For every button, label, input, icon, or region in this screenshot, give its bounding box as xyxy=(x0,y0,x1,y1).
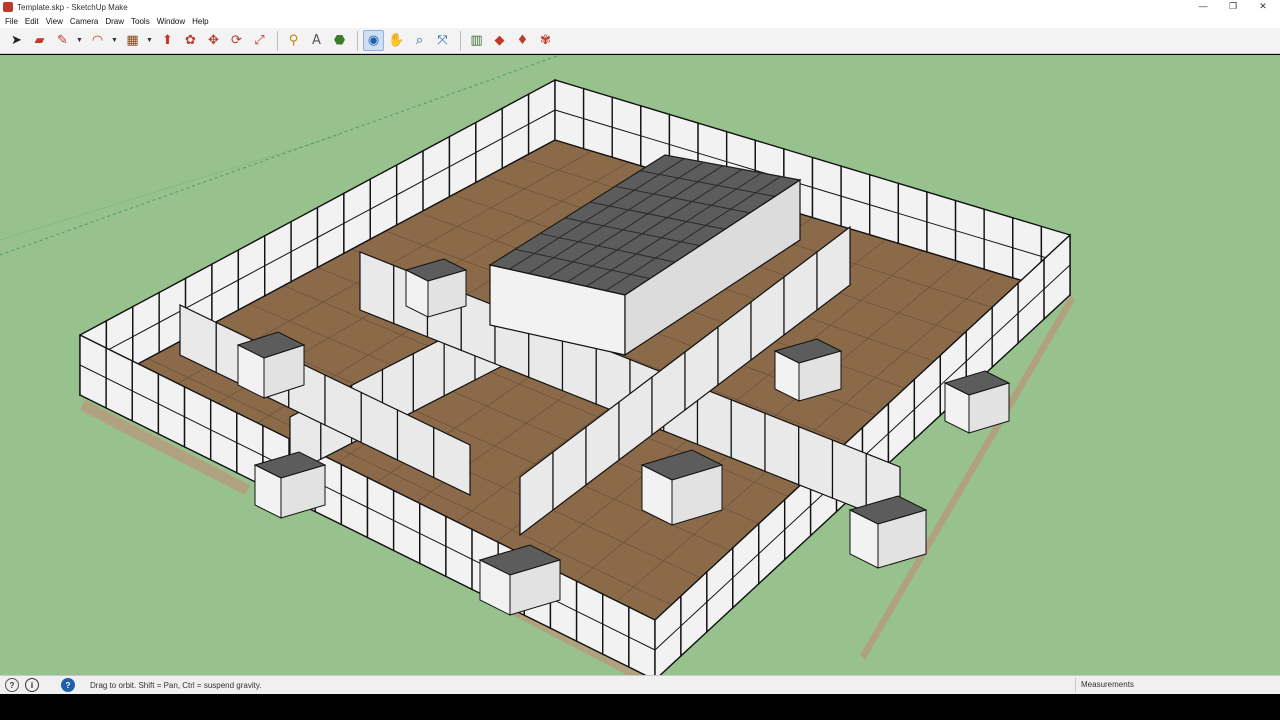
orbit-tool-button[interactable]: ◉ xyxy=(363,30,384,51)
extension-ruby-tool-button[interactable]: ♦ xyxy=(512,30,533,51)
menu-draw[interactable]: Draw xyxy=(103,17,129,26)
window-title: Template.skp - SketchUp Make xyxy=(17,2,128,12)
tape-measure-icon: ⚲ xyxy=(288,33,299,48)
share-model-tool-button[interactable]: ✾ xyxy=(535,30,556,51)
chevron-down-icon[interactable]: ▼ xyxy=(145,30,154,51)
restore-button[interactable]: ❐ xyxy=(1218,0,1248,14)
letterbox-bar xyxy=(0,694,1280,720)
follow-me-icon: ✿ xyxy=(185,33,196,48)
getting-started-toolbar: ➤ ▰ ✎ ▼ ◠ ▼ ▦ ▼ ⬆ ✿ ✥ ⟳ ⤢ ⚲ A ⬣ ◉ ✋ ⌕ ⤧ ▥ ◆ ♦ ✾ xyxy=(0,28,1280,54)
menu-help[interactable]: Help xyxy=(190,17,213,26)
pan-hand-tool-button[interactable]: ✋ xyxy=(386,30,407,51)
zoom-extents-icon: ⤧ xyxy=(437,33,448,48)
text-label-tool-button[interactable]: A xyxy=(306,30,327,51)
rotate-tool-button[interactable]: ⟳ xyxy=(226,30,247,51)
menu-bar: File Edit View Camera Draw Tools Window … xyxy=(0,14,1280,28)
tape-measure-tool-button[interactable]: ⚲ xyxy=(283,30,304,51)
paint-bucket-tool-button[interactable]: ⬣ xyxy=(329,30,350,51)
status-hint-text: Drag to orbit. Shift = Pan, Ctrl = suspe… xyxy=(90,680,262,690)
share-model-icon: ✾ xyxy=(540,33,551,48)
toolbar-separator xyxy=(357,30,358,51)
menu-file[interactable]: File xyxy=(3,17,23,26)
menu-tools[interactable]: Tools xyxy=(129,17,155,26)
menu-view[interactable]: View xyxy=(44,17,68,26)
minimize-button[interactable]: — xyxy=(1188,0,1218,14)
chevron-down-icon[interactable]: ▼ xyxy=(110,30,119,51)
help-icon[interactable]: ? xyxy=(61,678,75,692)
select-arrow-tool-button[interactable]: ➤ xyxy=(6,30,27,51)
title-bar: Template.skp - SketchUp Make — ❐ ✕ xyxy=(0,0,1280,14)
warehouse-tool-button[interactable]: ▥ xyxy=(466,30,487,51)
eraser-icon: ▰ xyxy=(34,33,45,48)
arc-tool-button[interactable]: ◠ xyxy=(87,30,108,51)
pan-hand-icon: ✋ xyxy=(388,33,405,48)
close-button[interactable]: ✕ xyxy=(1248,0,1278,14)
toolbar-separator xyxy=(277,30,278,51)
pencil-line-icon: ✎ xyxy=(57,33,68,48)
measurements-label: Measurements xyxy=(1081,680,1134,689)
paint-bucket-icon: ⬣ xyxy=(333,33,346,48)
move-icon: ✥ xyxy=(208,33,219,48)
arc-icon: ◠ xyxy=(91,33,104,48)
warehouse-icon: ▥ xyxy=(470,33,483,48)
move-tool-button[interactable]: ✥ xyxy=(203,30,224,51)
credits-icon[interactable]: i xyxy=(25,678,39,692)
scale-icon: ⤢ xyxy=(254,33,265,48)
follow-me-tool-button[interactable]: ✿ xyxy=(180,30,201,51)
rotate-icon: ⟳ xyxy=(231,33,242,48)
pencil-line-tool-button[interactable]: ✎ xyxy=(52,30,73,51)
warehouse-building-model xyxy=(0,55,1075,675)
zoom-tool-button[interactable]: ⌕ xyxy=(409,30,430,51)
extension-warehouse-tool-button[interactable]: ◆ xyxy=(489,30,510,51)
rectangle-tool-button[interactable]: ▦ xyxy=(122,30,143,51)
extension-warehouse-icon: ◆ xyxy=(494,33,505,48)
push-pull-icon: ⬆ xyxy=(162,33,173,48)
menu-window[interactable]: Window xyxy=(155,17,190,26)
menu-edit[interactable]: Edit xyxy=(23,17,44,26)
zoom-extents-tool-button[interactable]: ⤧ xyxy=(432,30,453,51)
text-label-icon: A xyxy=(312,33,321,48)
toolbar-separator xyxy=(460,30,461,51)
menu-camera[interactable]: Camera xyxy=(68,17,103,26)
measurements-box[interactable]: Measurements xyxy=(1075,678,1280,692)
geo-location-icon[interactable]: ? xyxy=(5,678,19,692)
scale-tool-button[interactable]: ⤢ xyxy=(249,30,270,51)
eraser-tool-button[interactable]: ▰ xyxy=(29,30,50,51)
select-arrow-icon: ➤ xyxy=(11,33,22,48)
status-bar: ? i ? Drag to orbit. Shift = Pan, Ctrl =… xyxy=(0,675,1280,694)
sketchup-app-icon xyxy=(3,2,13,12)
chevron-down-icon[interactable]: ▼ xyxy=(75,30,84,51)
orbit-icon: ◉ xyxy=(367,33,380,48)
rectangle-icon: ▦ xyxy=(126,33,139,48)
extension-ruby-icon: ♦ xyxy=(516,33,529,48)
zoom-icon: ⌕ xyxy=(415,33,424,48)
push-pull-tool-button[interactable]: ⬆ xyxy=(157,30,178,51)
3d-model-viewport[interactable] xyxy=(0,55,1280,675)
